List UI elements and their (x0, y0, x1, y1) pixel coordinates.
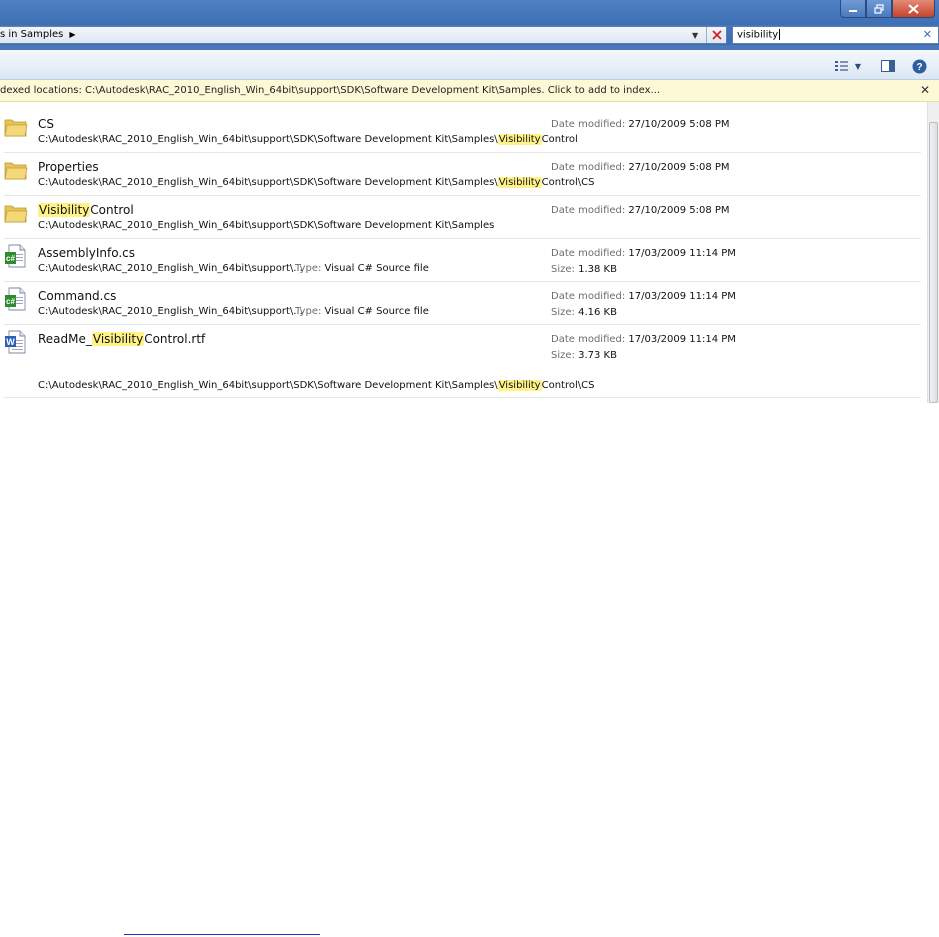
item-type: Type: Visual C# Source file (295, 263, 429, 274)
list-item[interactable]: VisibilityControl C:\Autodesk\RAC_2010_E… (4, 196, 921, 239)
close-info-bar-icon[interactable]: ✕ (920, 83, 930, 97)
text-caret (779, 29, 781, 40)
item-path: C:\Autodesk\RAC_2010_English_Win_64bit\s… (38, 177, 595, 188)
help-icon: ? (912, 59, 926, 73)
preview-pane-button[interactable] (880, 58, 896, 74)
details-view-icon (834, 61, 848, 71)
svg-text:c#: c# (6, 254, 15, 263)
word-document-icon: W (5, 330, 26, 354)
list-item[interactable]: c# Command.cs C:\Autodesk\RAC_2010_Engli… (4, 282, 921, 325)
item-name: VisibilityControl (38, 203, 134, 217)
item-date-modified: Date modified: 27/10/2009 5:08 PM (551, 162, 730, 173)
stop-search-button[interactable] (706, 27, 727, 43)
breadcrumb-arrow-icon[interactable]: ▶ (69, 30, 75, 39)
csharp-file-icon: c# (5, 244, 26, 268)
search-input[interactable]: visibility ✕ (732, 26, 939, 44)
folder-icon (4, 119, 28, 137)
item-name: Command.cs (38, 289, 117, 303)
restore-icon (874, 3, 884, 14)
folder-icon (4, 162, 28, 180)
preview-pane-icon (881, 60, 895, 72)
svg-text:?: ? (916, 62, 922, 73)
csharp-file-icon: c# (5, 287, 26, 311)
search-text: visibility (737, 29, 779, 41)
change-view-button[interactable] (834, 58, 848, 74)
minimize-button[interactable] (840, 0, 866, 18)
index-info-bar[interactable]: dexed locations: C:\Autodesk\RAC_2010_En… (0, 80, 939, 102)
address-row: s in Samples ▶ ▼ visibility ✕ (0, 25, 939, 45)
item-size: Size: 3.73 KB (551, 350, 617, 361)
clear-search-icon[interactable]: ✕ (923, 28, 932, 41)
item-type: Type: Visual C# Source file (295, 306, 429, 317)
svg-text:W: W (6, 337, 15, 347)
svg-text:c#: c# (6, 297, 15, 306)
address-history-dropdown-icon[interactable]: ▼ (692, 31, 698, 40)
item-date-modified: Date modified: 17/03/2009 11:14 PM (551, 248, 736, 259)
title-bar[interactable] (0, 0, 939, 25)
caption-buttons (840, 0, 935, 18)
item-date-modified: Date modified: 27/10/2009 5:08 PM (551, 119, 730, 130)
item-path: C:\Autodesk\RAC_2010_English_Win_64bit\s… (38, 134, 578, 145)
view-options-dropdown-icon[interactable]: ▼ (853, 58, 863, 74)
item-date-modified: Date modified: 17/03/2009 11:14 PM (551, 334, 736, 345)
breadcrumb-label[interactable]: s in Samples (0, 29, 63, 40)
folder-icon (4, 205, 28, 223)
list-item[interactable]: c# AssemblyInfo.cs C:\Autodesk\RAC_2010_… (4, 239, 921, 282)
item-path: C:\Autodesk\RAC_2010_English_Win_64bit\s… (38, 220, 495, 231)
address-bar[interactable]: s in Samples ▶ ▼ (0, 26, 727, 44)
close-button[interactable] (892, 0, 935, 18)
breadcrumb[interactable]: s in Samples ▶ (0, 29, 76, 40)
minimize-icon (849, 9, 857, 12)
list-item[interactable]: CS C:\Autodesk\RAC_2010_English_Win_64bi… (4, 102, 921, 153)
item-size: Size: 4.16 KB (551, 307, 617, 318)
close-icon (908, 3, 919, 14)
item-name: ReadMe_VisibilityControl.rtf (38, 332, 206, 346)
explorer-window: s in Samples ▶ ▼ visibility ✕ ▼ ? dexed … (0, 0, 939, 403)
vertical-scrollbar[interactable] (927, 102, 939, 403)
restore-button[interactable] (866, 0, 892, 18)
list-item[interactable]: Properties C:\Autodesk\RAC_2010_English_… (4, 153, 921, 196)
red-x-icon (712, 30, 722, 40)
command-bar: ▼ ? (0, 45, 939, 80)
item-path: C:\Autodesk\RAC_2010_English_Win_64bit\s… (38, 380, 595, 391)
info-bar-text: dexed locations: C:\Autodesk\RAC_2010_En… (0, 85, 661, 96)
item-path: C:\Autodesk\RAC_2010_English_Win_64bit\s… (38, 263, 303, 274)
underline-link[interactable] (124, 934, 320, 935)
item-path: C:\Autodesk\RAC_2010_English_Win_64bit\s… (38, 306, 303, 317)
item-name: CS (38, 117, 54, 131)
item-date-modified: Date modified: 27/10/2009 5:08 PM (551, 205, 730, 216)
scrollbar-thumb[interactable] (929, 122, 938, 403)
item-date-modified: Date modified: 17/03/2009 11:14 PM (551, 291, 736, 302)
list-item[interactable]: W ReadMe_VisibilityControl.rtf Date modi… (4, 325, 921, 398)
item-name: AssemblyInfo.cs (38, 246, 136, 260)
item-size: Size: 1.38 KB (551, 264, 617, 275)
search-results-list: CS C:\Autodesk\RAC_2010_English_Win_64bi… (0, 102, 927, 403)
help-button[interactable]: ? (911, 58, 927, 74)
item-name: Properties (38, 160, 99, 174)
